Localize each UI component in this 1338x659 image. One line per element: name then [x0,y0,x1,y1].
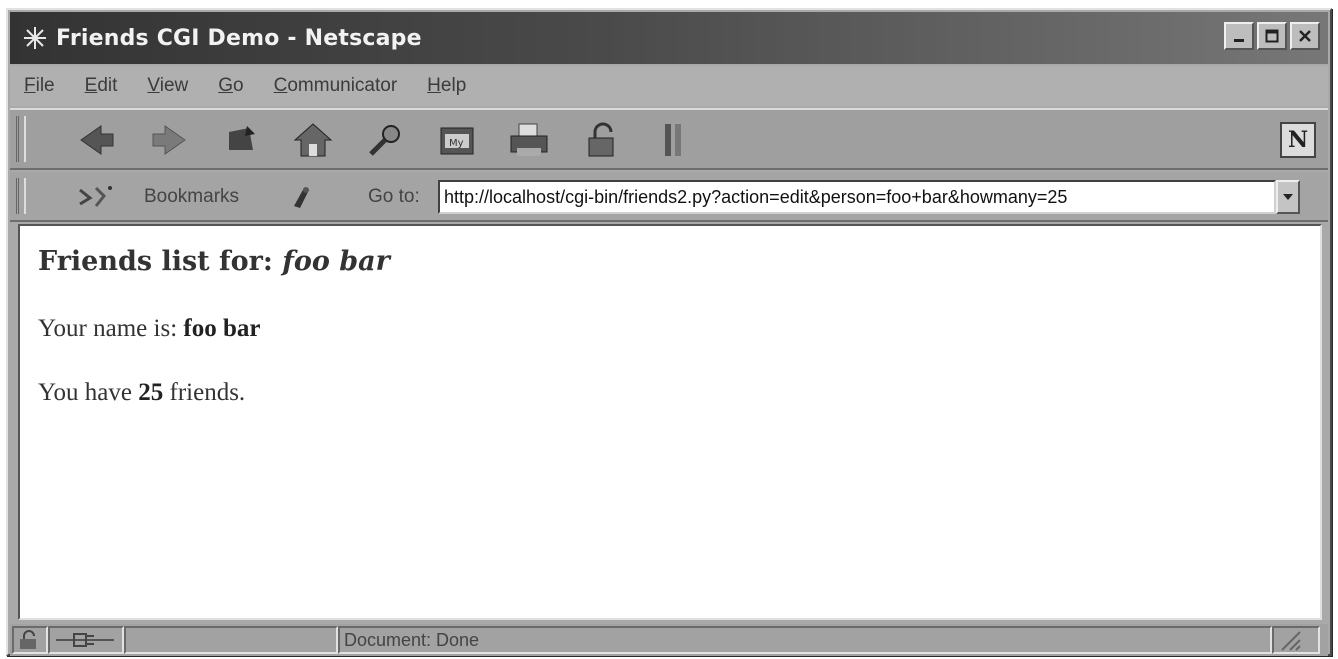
name-prefix: Your name is: [38,315,184,342]
netscape-app-icon [20,23,50,53]
bookmarks-button[interactable]: Bookmarks [144,186,239,208]
search-icon [369,125,400,156]
page-heading: Friends list for: foo bar [38,246,1320,277]
bookmarks-icon[interactable] [74,182,130,212]
url-input[interactable]: http://localhost/cgi-bin/friends2.py?act… [438,180,1276,214]
menu-edit[interactable]: Edit [85,75,118,97]
netscape-logo[interactable]: N [1280,122,1316,158]
friends-count: 25 [138,379,164,406]
url-dropdown-button[interactable] [1276,180,1300,214]
maximize-button[interactable] [1257,22,1287,50]
menu-bar: File Edit View Go Communicator Help [10,66,1328,106]
print-button[interactable] [504,118,554,162]
forward-button[interactable] [144,118,194,162]
security-icon [588,122,614,157]
status-bar: Document: Done [10,624,1328,656]
heading-person-name: foo bar [282,246,390,277]
back-button[interactable] [72,118,122,162]
home-button[interactable] [288,118,338,162]
menu-help[interactable]: Help [427,75,466,97]
connection-icon [56,633,114,647]
guide-icon: My [440,127,474,155]
chevron-down-icon [1283,194,1293,200]
window-title: Friends CGI Demo - Netscape [56,25,422,51]
security-status-cell[interactable] [12,626,48,654]
goto-label: Go to: [368,186,420,207]
stop-icon [665,124,681,156]
browser-window: Friends CGI Demo - Netscape File Edit Vi… [6,8,1332,656]
reload-icon [229,126,255,150]
menu-go[interactable]: Go [218,75,243,97]
friends-paragraph: You have 25 friends. [38,379,1320,407]
resize-grip-icon [1281,631,1301,651]
name-paragraph: Your name is: foo bar [38,315,1320,343]
friends-prefix: You have [38,379,139,406]
friends-suffix: friends. [163,379,246,406]
menu-view[interactable]: View [147,75,188,97]
close-icon [1299,30,1311,42]
page-content: Friends list for: foo bar Your name is: … [18,224,1322,620]
reload-button[interactable] [216,118,266,162]
lock-icon [20,630,36,649]
resize-grip[interactable] [1272,626,1320,654]
navigation-toolbar: My N [10,108,1328,170]
close-button[interactable] [1290,22,1320,50]
status-text: Document: Done [338,626,1272,654]
search-button[interactable] [360,118,410,162]
progress-cell [124,626,338,654]
location-grip[interactable] [16,178,26,214]
connection-status-cell[interactable] [48,626,124,654]
guide-button[interactable]: My [432,118,482,162]
menu-file[interactable]: File [24,75,55,97]
security-button[interactable] [576,118,626,162]
location-icon[interactable] [286,182,316,212]
minimize-button[interactable] [1224,22,1254,50]
back-icon [80,125,114,155]
maximize-icon [1265,29,1279,43]
heading-prefix: Friends list for: [38,246,283,277]
print-icon [510,123,548,156]
home-icon [293,123,333,157]
forward-icon [152,125,186,155]
menu-communicator[interactable]: Communicator [274,75,398,97]
minimize-icon [1234,39,1244,42]
svg-text:My: My [449,138,464,149]
name-value: foo bar [183,315,261,342]
toolbar-grip[interactable] [16,116,26,162]
stop-button[interactable] [648,118,698,162]
location-toolbar: Bookmarks Go to: http://localhost/cgi-bi… [10,172,1328,222]
title-bar[interactable]: Friends CGI Demo - Netscape [10,12,1328,64]
